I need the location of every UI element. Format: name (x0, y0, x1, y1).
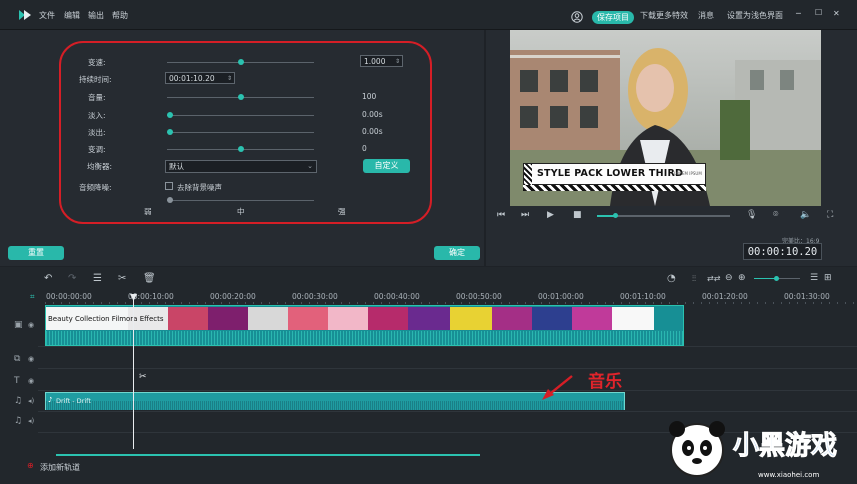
maximize-button[interactable]: ☐ (815, 8, 822, 17)
speaker-icon[interactable]: ◂) (28, 417, 34, 425)
ruler-tick-label: 00:00:30:00 (292, 292, 338, 301)
redo-icon[interactable]: ↷ (68, 273, 76, 284)
music-track-icon: ♫ (14, 396, 23, 406)
track-divider (38, 346, 857, 347)
minimize-button[interactable]: ─ (796, 9, 801, 18)
app-logo-icon (19, 10, 31, 20)
fullscreen-icon[interactable]: ⛶ (827, 210, 833, 220)
menu-file[interactable]: 文件 (39, 10, 55, 21)
clip-thumbnail (572, 307, 612, 330)
video-track-icon: ▣ (14, 320, 23, 330)
list-view-icon[interactable]: ☰ (810, 273, 818, 283)
timeline-scrollbar[interactable] (56, 454, 480, 456)
zoom-slider[interactable] (754, 276, 800, 281)
playback-progress-bar[interactable] (597, 213, 730, 218)
zoom-in-icon[interactable]: ⊕ (738, 273, 746, 283)
ruler-tick-label: 00:00:40:00 (374, 292, 420, 301)
music-note-icon: ♪ (48, 396, 53, 404)
eye-icon[interactable]: ◉ (28, 355, 34, 363)
track-divider (38, 411, 857, 412)
render-icon[interactable]: ◔ (667, 273, 676, 284)
menu-help[interactable]: 帮助 (112, 10, 128, 21)
split-audio-icon[interactable]: ⇄⇄ (707, 274, 720, 283)
stop-icon[interactable]: ■ (573, 210, 582, 220)
watermark-mascot (664, 414, 730, 480)
audio-mixer-icon[interactable]: ⫶⫶ (692, 274, 696, 284)
zoom-slider-knob[interactable] (774, 276, 779, 281)
stripe-band (523, 185, 706, 191)
download-effects-link[interactable]: 下载更多特效 (640, 10, 688, 21)
ruler-tick-label: 00:01:00:00 (538, 292, 584, 301)
clip-thumbnail (288, 307, 328, 330)
playhead-knob[interactable] (613, 213, 618, 218)
lower-third-title: STYLE PACK LOWER THIRD LOREM IPSUM (523, 163, 706, 186)
clip-thumbnail (612, 307, 654, 330)
clip-thumbnail (532, 307, 572, 330)
adjust-icon[interactable]: ☰ (93, 273, 102, 284)
account-icon[interactable] (571, 11, 583, 23)
clip-thumbnail (368, 307, 408, 330)
theme-toggle-link[interactable]: 设置为浅色界面 (727, 10, 783, 21)
app-window: 文件 编辑 输出 帮助 保存项目 下载更多特效 消息 设置为浅色界面 ─ ☐ ✕… (0, 0, 857, 484)
annotation-text: 音乐 (588, 372, 622, 392)
overlay-track-icon: ⧉ (14, 354, 21, 364)
reset-button[interactable]: 重置 (8, 246, 64, 260)
add-track-icon[interactable]: ⊕ (27, 461, 34, 470)
scissors-icon: ✂ (139, 372, 147, 382)
audio-clip-label: Drift - Drift (56, 397, 91, 405)
ruler-tick-label: 00:00:20:00 (210, 292, 256, 301)
clip-thumbnail (208, 307, 248, 330)
undo-icon[interactable]: ↶ (44, 273, 52, 284)
video-clip-label: Beauty Collection Filmora Effects (48, 315, 164, 323)
cut-icon[interactable]: ✂ (118, 273, 126, 284)
menu-export[interactable]: 输出 (88, 10, 104, 21)
microphone-icon[interactable]: 🎙 (746, 210, 757, 220)
audio-clip[interactable] (45, 392, 625, 410)
clip-thumbnail (248, 307, 288, 330)
ruler-tick-label: 00:01:30:00 (784, 292, 830, 301)
eye-icon[interactable]: ◉ (28, 321, 34, 329)
clip-thumbnail (450, 307, 492, 330)
speaker-icon[interactable]: ◂) (28, 397, 34, 405)
snap-icon[interactable]: ⌗ (30, 292, 35, 302)
ruler-tick-label: 00:01:10:00 (620, 292, 666, 301)
video-preview: STYLE PACK LOWER THIRD LOREM IPSUM (510, 30, 821, 206)
clip-thumbnail (168, 307, 208, 330)
clip-thumbnail (408, 307, 450, 330)
prev-frame-icon[interactable]: ⏮ (497, 210, 505, 220)
video-clip-waveform (46, 331, 683, 345)
play-icon[interactable]: ▶ (547, 210, 554, 220)
annotation-arrow-icon (542, 375, 573, 400)
menu-edit[interactable]: 编辑 (64, 10, 80, 21)
delete-icon[interactable]: 🗑 (143, 273, 156, 284)
music-track-icon: ♫ (14, 416, 23, 426)
stripe-decoration (524, 164, 532, 186)
ruler-ticks (45, 302, 857, 304)
clip-thumbnail (328, 307, 368, 330)
ruler-tick-label: 00:01:20:00 (702, 292, 748, 301)
watermark-brand: 小黑游戏 (732, 431, 838, 462)
messages-link[interactable]: 消息 (698, 10, 714, 21)
eye-icon[interactable]: ◉ (28, 377, 34, 385)
close-button[interactable]: ✕ (833, 9, 840, 18)
clip-thumbnail (492, 307, 532, 330)
grid-view-icon[interactable]: ⊞ (824, 273, 832, 283)
add-track-link[interactable]: 添加新轨道 (40, 462, 80, 473)
next-frame-icon[interactable]: ⏭ (521, 210, 529, 220)
watermark-url: www.xiaohei.com (758, 471, 820, 479)
volume-icon[interactable]: 🔈 (800, 210, 811, 220)
annotation-highlight-frame (59, 41, 432, 224)
snapshot-icon[interactable]: ⌾ (773, 210, 778, 220)
playhead-line[interactable] (133, 296, 134, 449)
save-project-button[interactable]: 保存项目 (592, 11, 634, 24)
ruler-tick-label: 00:00:50:00 (456, 292, 502, 301)
track-divider (38, 390, 857, 391)
text-track-icon: T (14, 376, 20, 386)
zoom-out-icon[interactable]: ⊖ (725, 273, 733, 283)
ruler-tick-label: 00:00:00:00 (46, 292, 92, 301)
track-divider (38, 368, 857, 369)
ok-button[interactable]: 确定 (434, 246, 480, 260)
timecode-display: 00:00:10.20 (743, 243, 822, 260)
